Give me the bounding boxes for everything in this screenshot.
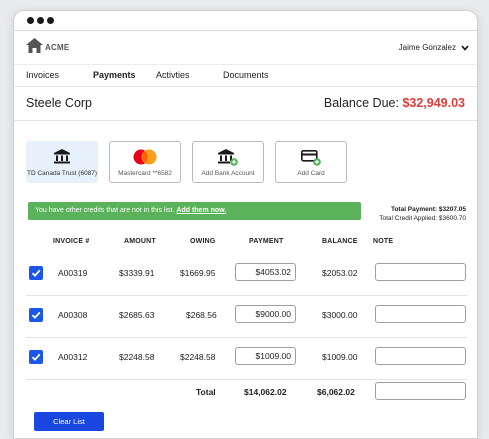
note-input[interactable] <box>375 263 466 281</box>
invoice-owing: $1669.95 <box>180 268 216 278</box>
method-label: Add Bank Account <box>201 170 255 177</box>
header-owing: OWING <box>190 238 216 245</box>
user-name: Jaime Gonzalez <box>398 43 456 52</box>
user-menu[interactable]: Jaime Gonzalez <box>399 43 469 52</box>
invoice-number: A00308 <box>58 310 88 320</box>
window-maximize-dot[interactable] <box>47 17 54 24</box>
add-credits-link[interactable]: Add them now. <box>176 207 226 214</box>
row-checkbox[interactable] <box>29 308 43 322</box>
balance-amount: $32,949.03 <box>402 96 465 110</box>
header-balance: BALANCE <box>322 238 358 245</box>
header-note: NOTE <box>373 238 394 245</box>
bank-icon <box>54 149 70 164</box>
invoice-balance: $2053.02 <box>322 268 358 278</box>
total-payment-sum: $14,062.02 <box>244 387 287 397</box>
credits-banner: You have other credits that are not in t… <box>28 202 361 220</box>
payment-totals: Total Payment: $3207.05 Total Credit App… <box>379 205 466 223</box>
table-row: A00319 $3339.91 $1669.95 $4053.02 $2053.… <box>26 254 467 296</box>
total-payment-value: $3207.05 <box>438 206 466 213</box>
add-bank-icon <box>218 149 238 166</box>
payment-input[interactable]: $9000.00 <box>235 305 296 323</box>
app-header: ACME Jaime Gonzalez <box>14 31 477 65</box>
method-label: Add Card <box>297 170 325 177</box>
company-name: Steele Corp <box>26 96 93 110</box>
balance-label: Balance Due: <box>323 96 399 110</box>
note-input[interactable] <box>375 305 466 323</box>
clear-list-button[interactable]: Clear List <box>34 412 104 431</box>
invoice-number: A00312 <box>58 352 88 362</box>
method-add-bank-account[interactable]: Add Bank Account <box>192 141 264 183</box>
total-label: Total <box>196 387 216 397</box>
house-icon <box>26 38 43 53</box>
row-checkbox[interactable] <box>29 266 43 280</box>
main-nav: Invoices Payments Activties Documents <box>14 65 477 87</box>
invoice-amount: $3339.91 <box>119 268 155 278</box>
method-td-canada-trust[interactable]: TD Canada Trust (6087) <box>26 141 98 183</box>
window-minimize-dot[interactable] <box>37 17 44 24</box>
credits-message: You have other credits that are not in t… <box>35 207 175 214</box>
company-bar: Steele Corp Balance Due: $32,949.03 <box>14 87 477 121</box>
method-label: Mastercard **6582 <box>118 170 172 177</box>
payment-input[interactable]: $1009.00 <box>235 347 296 365</box>
chevron-down-icon <box>461 44 469 51</box>
method-label: TD Canada Trust (6087) <box>27 170 98 177</box>
add-card-icon <box>301 149 321 166</box>
check-icon <box>31 311 41 319</box>
invoice-owing: $268.56 <box>186 310 217 320</box>
invoice-number: A00319 <box>58 268 88 278</box>
note-input[interactable] <box>375 347 466 365</box>
logo-text: ACME <box>45 43 70 52</box>
invoice-balance: $1009.00 <box>322 352 358 362</box>
total-credit-value: $3600.70 <box>438 215 466 222</box>
total-payment-label: Total Payment: <box>390 206 438 213</box>
table-row: A00312 $2248.58 $2248.58 $1009.00 $1009.… <box>26 338 467 380</box>
total-note-input[interactable] <box>375 382 466 400</box>
nav-documents[interactable]: Documents <box>223 70 269 80</box>
totals-row: Total $14,062.02 $6,062.02 <box>26 379 467 409</box>
browser-window: ACME Jaime Gonzalez Invoices Payments Ac… <box>13 10 478 439</box>
method-mastercard[interactable]: Mastercard **6582 <box>109 141 181 183</box>
invoice-amount: $2685.63 <box>119 310 155 320</box>
mastercard-icon <box>133 149 157 165</box>
total-balance-sum: $6,062.02 <box>317 387 355 397</box>
method-add-card[interactable]: Add Card <box>275 141 347 183</box>
row-checkbox[interactable] <box>29 350 43 364</box>
header-payment: PAYMENT <box>249 238 284 245</box>
payment-input[interactable]: $4053.02 <box>235 263 296 281</box>
acme-logo[interactable]: ACME <box>26 38 69 53</box>
check-icon <box>31 269 41 277</box>
nav-activities[interactable]: Activties <box>156 70 190 80</box>
check-icon <box>31 353 41 361</box>
balance-due: Balance Due: $32,949.03 <box>324 96 465 110</box>
nav-invoices[interactable]: Invoices <box>26 70 59 80</box>
header-amount: AMOUNT <box>124 238 156 245</box>
nav-payments[interactable]: Payments <box>93 70 136 80</box>
total-credit-label: Total Credit Applied: <box>379 215 438 222</box>
window-titlebar <box>14 11 477 31</box>
invoice-owing: $2248.58 <box>180 352 216 362</box>
window-close-dot[interactable] <box>27 17 34 24</box>
total-payment: Total Payment: $3207.05 <box>379 205 466 214</box>
total-credit-applied: Total Credit Applied: $3600.70 <box>379 214 466 223</box>
table-row: A00308 $2685.63 $268.56 $9000.00 $3000.0… <box>26 296 467 338</box>
invoice-balance: $3000.00 <box>322 310 358 320</box>
invoice-amount: $2248.58 <box>119 352 155 362</box>
header-invoice: INVOICE # <box>53 238 90 245</box>
